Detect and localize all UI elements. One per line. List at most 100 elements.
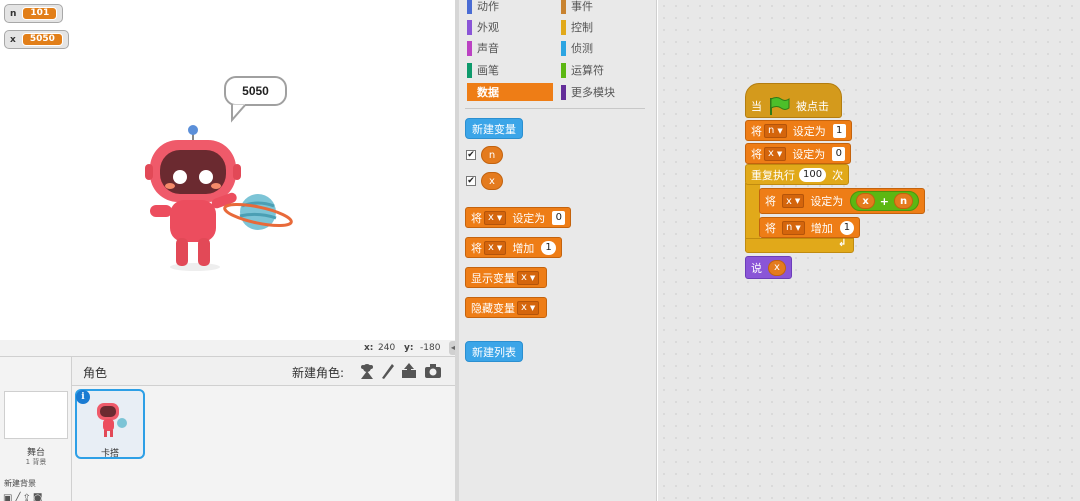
- variable-monitor-n[interactable]: n 101: [4, 4, 64, 23]
- block-text: 显示变量: [471, 271, 515, 285]
- category-label: 侦测: [571, 42, 593, 55]
- category-label: 控制: [571, 21, 593, 34]
- category-control[interactable]: 控制: [561, 18, 593, 36]
- variable-monitor-x[interactable]: x 5050: [4, 30, 69, 49]
- new-variable-button[interactable]: 新建变量: [465, 118, 523, 139]
- category-color-bar: [467, 0, 472, 14]
- set-variable-block[interactable]: 将 x ▼ 设定为 0: [465, 207, 572, 228]
- monitor-label: x: [10, 34, 16, 45]
- x-value: 240: [378, 343, 396, 353]
- variable-dropdown[interactable]: n ▼: [764, 123, 787, 138]
- upload-sprite-icon[interactable]: [400, 362, 418, 380]
- y-label: y:: [404, 343, 414, 353]
- variable-dropdown[interactable]: x ▼: [782, 194, 805, 208]
- variable-checkbox[interactable]: ✔: [466, 150, 476, 160]
- category-label: 更多模块: [571, 86, 615, 99]
- value-input[interactable]: 1: [832, 123, 846, 138]
- repeat-block[interactable]: 重复执行 100 次: [745, 164, 850, 185]
- paint-sprite-icon[interactable]: [378, 362, 396, 380]
- value-input[interactable]: 1: [839, 220, 855, 235]
- new-backdrop-label: 新建背景: [4, 479, 36, 488]
- category-color-bar: [561, 62, 566, 78]
- value-input[interactable]: 0: [552, 210, 566, 225]
- variable-reporter[interactable]: n: [893, 193, 914, 209]
- y-value: -180: [420, 343, 441, 353]
- category-label: 外观: [477, 21, 499, 34]
- category-color-bar: [561, 84, 566, 100]
- camera-backdrop-icon[interactable]: ◙: [33, 493, 45, 501]
- camera-sprite-icon[interactable]: [424, 362, 442, 380]
- variable-dropdown[interactable]: x ▼: [484, 210, 507, 225]
- monitor-label: n: [10, 8, 17, 19]
- category-label: 声音: [477, 42, 499, 55]
- variable-reporter[interactable]: x: [481, 172, 503, 190]
- scratch-editor: n 101 x 5050 5050 x: 240 y: -180 ◀ 舞台 1 …: [0, 0, 1080, 501]
- block-text: 重复执行: [751, 168, 795, 182]
- variable-reporter[interactable]: x: [768, 259, 786, 276]
- block-text: 将: [751, 147, 762, 161]
- block-text: 设定为: [792, 147, 826, 161]
- robot-sprite[interactable]: [140, 120, 300, 275]
- say-block[interactable]: 说 x: [745, 256, 792, 279]
- block-text: 次: [832, 168, 844, 182]
- hide-variable-block[interactable]: 隐藏变量 x ▼: [465, 297, 548, 318]
- upload-backdrop-icon[interactable]: ⇪: [22, 493, 32, 501]
- variable-reporter[interactable]: x: [856, 193, 875, 209]
- sprite-info-icon[interactable]: i: [76, 390, 90, 404]
- category-label: 画笔: [477, 64, 499, 77]
- speech-text: 5050: [242, 84, 269, 98]
- category-label: 数据: [477, 86, 499, 99]
- category-events[interactable]: 事件: [561, 0, 593, 15]
- category-pen[interactable]: 画笔: [467, 61, 499, 79]
- variable-dropdown[interactable]: x ▼: [517, 300, 540, 315]
- block-text: 设定为: [512, 211, 546, 225]
- variable-dropdown[interactable]: x ▼: [517, 270, 540, 285]
- block-text: 将: [765, 195, 776, 208]
- monitor-value: 101: [22, 7, 58, 20]
- block-text: 隐藏变量: [471, 301, 515, 315]
- variable-dropdown[interactable]: x ▼: [484, 240, 507, 255]
- add-operator-block[interactable]: x + n: [850, 191, 920, 211]
- scripts-area[interactable]: [658, 0, 1080, 501]
- sprite-pane: 舞台 1 背景 新建背景 ▣╱⇪◙ 角色 新建角色: i 卡搭: [0, 356, 455, 501]
- value-input[interactable]: 1: [541, 240, 556, 255]
- category-color-bar: [467, 40, 472, 56]
- green-flag-icon: [770, 97, 790, 115]
- category-motion[interactable]: 动作: [467, 0, 499, 15]
- variable-reporter[interactable]: n: [481, 146, 503, 164]
- set-x-block[interactable]: 将 x ▼ 设定为 0: [745, 143, 852, 164]
- change-variable-block[interactable]: 将 x ▼ 增加 1: [465, 237, 562, 258]
- stage-backdrop-count: 1 背景: [25, 458, 47, 466]
- stage-thumbnail[interactable]: [4, 391, 68, 439]
- sprite-library-icon[interactable]: [358, 362, 376, 380]
- value-input[interactable]: 0: [832, 146, 846, 161]
- monitor-value: 5050: [21, 33, 63, 46]
- category-data[interactable]: 数据: [467, 83, 553, 101]
- change-n-block[interactable]: 将 n ▼ 增加 1: [759, 217, 861, 238]
- category-separator: [465, 108, 645, 109]
- category-more-blocks[interactable]: 更多模块: [561, 83, 615, 101]
- category-color-bar: [561, 40, 566, 56]
- block-text: 增加: [512, 241, 535, 255]
- category-operators[interactable]: 运算符: [561, 61, 604, 79]
- new-list-button[interactable]: 新建列表: [465, 341, 523, 362]
- set-x-sum-block[interactable]: 将 x ▼ 设定为 x + n: [759, 188, 926, 214]
- sprite-thumbnail[interactable]: i 卡搭: [75, 389, 145, 459]
- variable-dropdown[interactable]: n ▼: [782, 220, 805, 235]
- category-looks[interactable]: 外观: [467, 18, 499, 36]
- category-color-bar: [561, 0, 566, 14]
- block-text: 被点击: [796, 100, 829, 113]
- stage[interactable]: n 101 x 5050 5050: [0, 0, 455, 340]
- block-text: 将: [765, 221, 776, 235]
- repeat-count-input[interactable]: 100: [799, 167, 827, 182]
- block-text: 将: [471, 211, 482, 225]
- variable-dropdown[interactable]: x ▼: [764, 146, 787, 161]
- category-sound[interactable]: 声音: [467, 39, 499, 57]
- category-label: 事件: [571, 0, 593, 13]
- set-n-block[interactable]: 将 n ▼ 设定为 1: [745, 120, 852, 141]
- variable-checkbox[interactable]: ✔: [466, 176, 476, 186]
- loop-arrow-icon: ↲: [838, 238, 847, 249]
- category-sensing[interactable]: 侦测: [561, 39, 593, 57]
- backdrop-library-icon[interactable]: ▣: [3, 493, 14, 501]
- show-variable-block[interactable]: 显示变量 x ▼: [465, 267, 548, 288]
